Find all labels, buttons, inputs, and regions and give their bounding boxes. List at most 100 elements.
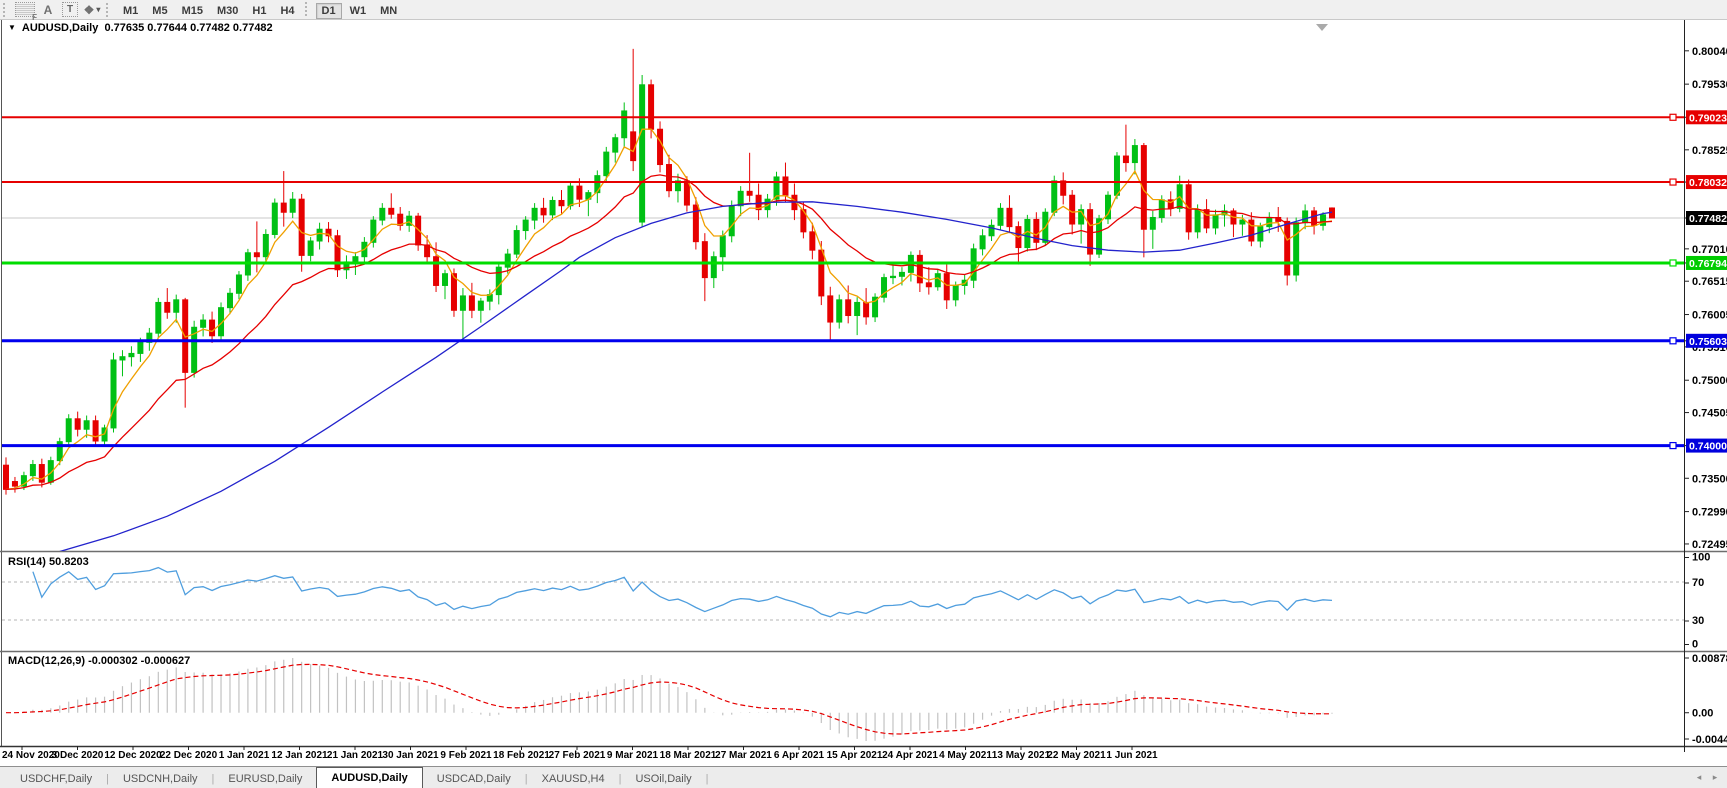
hline-handle[interactable] [1670, 179, 1676, 185]
candle-body [828, 296, 833, 322]
candle-body [227, 293, 232, 307]
date-axis-label: 18 Feb 2021 [493, 750, 550, 761]
date-axis-label: 12 Jan 2021 [271, 750, 328, 761]
tab-usoil-daily[interactable]: USOil,Daily [621, 770, 705, 788]
timeframe-button-m5[interactable]: M5 [146, 3, 173, 19]
price-axis-label: 0.72495 [1692, 539, 1727, 551]
timeframe-button-d1[interactable]: D1 [316, 3, 342, 19]
tab-usdchf-daily[interactable]: USDCHF,Daily [6, 770, 106, 788]
candle-body [496, 267, 501, 294]
text-a-icon[interactable]: A [39, 2, 57, 18]
timeframe-button-w1[interactable]: W1 [344, 3, 373, 19]
timeframe-button-m15[interactable]: M15 [176, 3, 209, 19]
tab-usdcad-daily[interactable]: USDCAD,Daily [423, 770, 525, 788]
candle-body [201, 320, 206, 327]
timeframe-button-mn[interactable]: MN [374, 3, 403, 19]
tab-scroll-right-icon[interactable]: ▸ [1707, 770, 1723, 786]
candle-body [604, 152, 609, 176]
macd-indicator-label: MACD(12,26,9) -0.000302 -0.000627 [8, 655, 190, 667]
candle-body [299, 199, 304, 255]
tab-scroll-left-icon[interactable]: ◂ [1691, 770, 1707, 786]
candle-body [541, 208, 546, 215]
candle-body [505, 254, 510, 267]
candle-body [1285, 221, 1290, 275]
timeframe-button-m30[interactable]: M30 [211, 3, 244, 19]
candle-body [460, 296, 465, 310]
hline-handle[interactable] [1670, 443, 1676, 449]
candle-body [120, 357, 125, 360]
toolbar-grip[interactable] [106, 3, 113, 17]
candle-body [93, 421, 98, 441]
candle-body [523, 220, 528, 230]
toolbar: F A T ❖ ▾ M1M5M15M30H1H4 D1W1MN [0, 0, 1727, 20]
hline-handle[interactable] [1670, 338, 1676, 344]
tab-xauusd-h4[interactable]: XAUUSD,H4 [528, 770, 619, 788]
chart-title-ohlc: 0.77635 0.77644 0.77482 0.77482 [104, 22, 272, 34]
candle-body [434, 257, 439, 286]
indicator-list-icon-glyph: F [15, 2, 35, 17]
candle-body [1150, 217, 1155, 229]
candle-body [864, 302, 869, 316]
candle-body [649, 85, 654, 129]
date-axis-label: 9 Feb 2021 [440, 750, 492, 761]
text-box-icon[interactable]: T [61, 2, 79, 18]
chart-area[interactable]: 0.800400.795300.785250.770100.765150.760… [0, 0, 1727, 788]
candle-body [944, 274, 949, 300]
date-axis-label: 24 Apr 2021 [882, 750, 938, 761]
arrow-tools-icon[interactable]: ❖ ▾ [83, 2, 101, 18]
date-axis-label: 9 Mar 2021 [607, 750, 659, 761]
tab-eurusd-daily[interactable]: EURUSD,Daily [214, 770, 316, 788]
date-axis-label: 6 Apr 2021 [774, 750, 825, 761]
candle-body [1123, 156, 1128, 163]
price-axis-label: 0.78525 [1692, 145, 1727, 157]
date-axis-label: 4 May 2021 [939, 750, 992, 761]
candle-body [443, 274, 448, 286]
price-axis-label: 0.74505 [1692, 408, 1727, 420]
candle-body [532, 208, 537, 220]
candle-body [12, 482, 17, 487]
hline-handle[interactable] [1670, 114, 1676, 120]
timeframe-button-m1[interactable]: M1 [117, 3, 144, 19]
candle-body [1240, 220, 1245, 224]
candle-body [75, 419, 80, 429]
candle-body [837, 300, 842, 322]
timeframe-button-h1[interactable]: H1 [246, 3, 272, 19]
date-axis-label: 1 Jun 2021 [1106, 750, 1158, 761]
candle-body [658, 129, 663, 164]
candle-body [514, 231, 519, 255]
candle-body [819, 250, 824, 296]
tab-audusd-daily[interactable]: AUDUSD,Daily [316, 767, 422, 788]
candle-body [263, 234, 268, 256]
candle-body [568, 186, 573, 206]
hline-handle[interactable] [1670, 260, 1676, 266]
date-axis-label: 27 Mar 2021 [715, 750, 772, 761]
tab-usdcnh-daily[interactable]: USDCNH,Daily [109, 770, 212, 788]
candle-body [935, 274, 940, 287]
candle-body [1204, 210, 1209, 228]
resistance-line-label: 0.78032 [1689, 177, 1727, 189]
chevron-down-icon: ▾ [96, 5, 100, 14]
price-axis-label: 0.72990 [1692, 507, 1727, 519]
candle-body [899, 272, 904, 276]
toolbar-grip[interactable] [3, 3, 10, 17]
timeframe-buttons: M1M5M15M30H1H4 D1W1MN [116, 1, 404, 19]
candle-body [640, 85, 645, 222]
chart-title-marker-icon: ▼ [8, 23, 16, 32]
price-axis-label: 0.80040 [1692, 46, 1727, 58]
candle-body [174, 300, 179, 312]
candle-body [684, 181, 689, 205]
indicator-list-icon[interactable]: F [15, 2, 35, 18]
candle-body [846, 300, 851, 316]
candle-body [1025, 219, 1030, 247]
price-axis-label: 0.79530 [1692, 79, 1727, 91]
candle-body [1267, 217, 1272, 226]
candle-body [917, 255, 922, 282]
candle-body [720, 236, 725, 257]
candle-body [272, 203, 277, 234]
timeframe-button-h4[interactable]: H4 [274, 3, 300, 19]
candle-body [989, 225, 994, 235]
candle-body [1195, 210, 1200, 232]
rsi-indicator-label: RSI(14) 50.8203 [8, 556, 89, 568]
candle-body [380, 208, 385, 220]
candle-body [855, 302, 860, 315]
